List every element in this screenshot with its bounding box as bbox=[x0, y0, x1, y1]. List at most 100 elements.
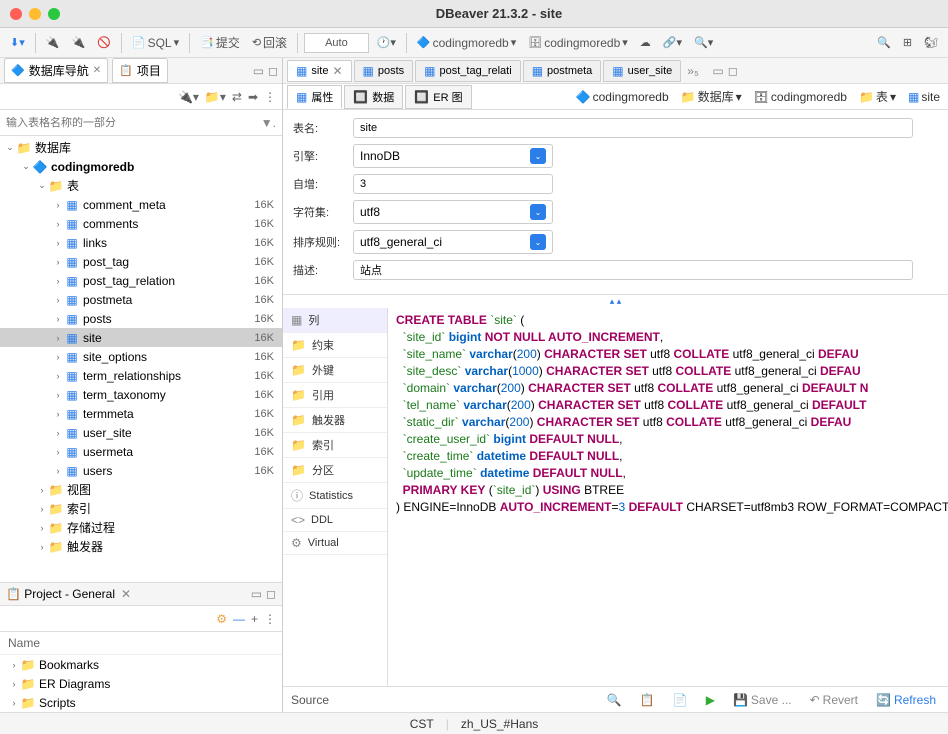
project-title[interactable]: 📋 Project - General bbox=[6, 587, 115, 601]
filter-icon[interactable]: ▼. bbox=[261, 116, 276, 130]
tree-node[interactable]: ›▦user_site16K bbox=[0, 423, 282, 442]
tree-node[interactable]: ⌄📁表 bbox=[0, 176, 282, 195]
tree-node[interactable]: ›▦site_options16K bbox=[0, 347, 282, 366]
bc-databases[interactable]: 📁数据库 ▾ bbox=[677, 86, 746, 107]
plug-connect-icon[interactable]: 🔌 bbox=[42, 34, 64, 51]
outline-item[interactable]: ⓘStatistics bbox=[283, 483, 387, 509]
minimize-icon[interactable]: ▭ bbox=[253, 64, 264, 78]
tree-node[interactable]: ›📁触发器 bbox=[0, 537, 282, 556]
tree-node[interactable]: ›▦post_tag_relation16K bbox=[0, 271, 282, 290]
tree-node[interactable]: ›📁索引 bbox=[0, 499, 282, 518]
outline-item[interactable]: 📁索引 bbox=[283, 433, 387, 458]
maximize-icon[interactable]: ◻ bbox=[268, 64, 278, 78]
sql-button[interactable]: 📄SQL ▾ bbox=[128, 34, 183, 52]
outline-item[interactable]: 📁外键 bbox=[283, 358, 387, 383]
minus-icon[interactable]: — bbox=[233, 612, 245, 626]
more-tabs[interactable]: »₅ bbox=[687, 64, 699, 78]
tree-node[interactable]: ›📁视图 bbox=[0, 480, 282, 499]
splitter-handle[interactable]: ▴ ▴ bbox=[283, 295, 948, 308]
cloud-icon[interactable]: ☁ bbox=[636, 34, 655, 51]
bc-table[interactable]: ▦site bbox=[904, 88, 944, 106]
editor-tab[interactable]: ▦postmeta bbox=[523, 60, 602, 82]
search-btn[interactable]: 🔍 bbox=[603, 691, 626, 709]
bc-tables[interactable]: 📁表 ▾ bbox=[855, 86, 900, 107]
editor-tab[interactable]: ▦site ✕ bbox=[287, 60, 352, 82]
folder-icon[interactable]: 📁▾ bbox=[205, 90, 226, 104]
tree-node[interactable]: ›▦term_relationships16K bbox=[0, 366, 282, 385]
rollback-button[interactable]: ⟲回滚 bbox=[248, 32, 291, 53]
refresh-btn[interactable]: 🔄Refresh bbox=[872, 691, 940, 709]
engine-select[interactable]: InnoDB⌄ bbox=[353, 144, 553, 168]
copy-btn[interactable]: 📋 bbox=[636, 691, 659, 709]
charset-select[interactable]: utf8⌄ bbox=[353, 200, 553, 224]
db-selector-1[interactable]: 🔷codingmoredb ▾ bbox=[413, 34, 520, 52]
connect-icon[interactable]: ⬇▾ bbox=[6, 34, 29, 51]
menu-icon[interactable]: ⋮ bbox=[264, 90, 276, 104]
max-dot[interactable] bbox=[48, 8, 60, 20]
min-dot[interactable] bbox=[29, 8, 41, 20]
sub-tab[interactable]: 🔲ER 图 bbox=[405, 85, 471, 109]
plus-icon[interactable]: + bbox=[251, 612, 258, 626]
er-diagrams-item[interactable]: ›📁ER Diagrams bbox=[0, 674, 282, 693]
history-icon[interactable]: 🕐▾ bbox=[373, 34, 400, 51]
perspective-icon[interactable]: ⊞ bbox=[899, 34, 916, 51]
plug-disconnect-icon[interactable]: 🔌 bbox=[67, 34, 89, 51]
tree-node[interactable]: ›▦postmeta16K bbox=[0, 290, 282, 309]
outline-item[interactable]: 📁约束 bbox=[283, 333, 387, 358]
revert-btn[interactable]: ↶Revert bbox=[806, 691, 862, 709]
gear-icon[interactable]: ⚙ bbox=[216, 612, 227, 626]
sub-tab[interactable]: ▦属性 bbox=[287, 85, 342, 109]
outline-item[interactable]: 📁引用 bbox=[283, 383, 387, 408]
bc-db[interactable]: 🗄codingmoredb bbox=[750, 88, 851, 106]
avatar-icon[interactable]: 🐿 bbox=[920, 34, 942, 51]
commit-button[interactable]: 📑提交 bbox=[196, 32, 244, 53]
editor-tab[interactable]: ▦posts bbox=[354, 60, 414, 82]
tree-node[interactable]: ⌄📁数据库 bbox=[0, 138, 282, 157]
menu-icon[interactable]: ⋮ bbox=[264, 612, 276, 626]
search-icon[interactable]: 🔍 bbox=[873, 34, 895, 51]
run-btn[interactable]: ▶ bbox=[702, 691, 719, 709]
desc-input[interactable] bbox=[353, 260, 913, 280]
arrow-icon[interactable]: ➡ bbox=[248, 90, 258, 104]
name-input[interactable] bbox=[353, 118, 913, 138]
tree-node[interactable]: ›📁存储过程 bbox=[0, 518, 282, 537]
save-btn[interactable]: 💾Save ... bbox=[729, 691, 796, 709]
tab-project[interactable]: 📋项目 bbox=[112, 58, 168, 83]
close-dot[interactable] bbox=[10, 8, 22, 20]
tree-node[interactable]: ›▦posts16K bbox=[0, 309, 282, 328]
outline-item[interactable]: ▦列 bbox=[283, 308, 387, 333]
bookmarks-item[interactable]: ›📁Bookmarks bbox=[0, 655, 282, 674]
sql-view[interactable]: CREATE TABLE `site` ( `site_id` bigint N… bbox=[388, 308, 948, 686]
outline-item[interactable]: 📁触发器 bbox=[283, 408, 387, 433]
tree-node[interactable]: ›▦usermeta16K bbox=[0, 442, 282, 461]
search-tool-icon[interactable]: 🔍▾ bbox=[690, 34, 717, 51]
new-conn-icon[interactable]: 🔌▾ bbox=[178, 90, 199, 104]
tree-node[interactable]: ›▦links16K bbox=[0, 233, 282, 252]
tree-node[interactable]: ›▦termmeta16K bbox=[0, 404, 282, 423]
tree-node[interactable]: ›▦site16K bbox=[0, 328, 282, 347]
filter-input[interactable] bbox=[6, 117, 261, 129]
tab-db-nav[interactable]: 🔷数据库导航✕ bbox=[4, 58, 108, 83]
editor-tab[interactable]: ▦post_tag_relati bbox=[415, 60, 521, 82]
tree-node[interactable]: ›▦comment_meta16K bbox=[0, 195, 282, 214]
tree-node[interactable]: ›▦comments16K bbox=[0, 214, 282, 233]
bc-conn[interactable]: 🔷codingmoredb bbox=[572, 88, 673, 106]
tree-node[interactable]: ›▦users16K bbox=[0, 461, 282, 480]
collate-select[interactable]: utf8_general_ci⌄ bbox=[353, 230, 553, 254]
paste-btn[interactable]: 📄 bbox=[669, 691, 692, 709]
stop-icon[interactable]: 🚫 bbox=[93, 34, 115, 51]
sub-tab[interactable]: 🔲数据 bbox=[344, 85, 403, 109]
editor-tab[interactable]: ▦user_site bbox=[603, 60, 681, 82]
db-selector-2[interactable]: 🗄codingmoredb ▾ bbox=[524, 34, 632, 52]
outline-item[interactable]: <>DDL bbox=[283, 509, 387, 532]
auto-combo[interactable]: Auto bbox=[304, 33, 369, 53]
auto-input[interactable] bbox=[353, 174, 553, 194]
equals-icon[interactable]: ⇄ bbox=[232, 90, 242, 104]
outline-item[interactable]: ⚙Virtual bbox=[283, 532, 387, 555]
scripts-item[interactable]: ›📁Scripts bbox=[0, 693, 282, 712]
outline-item[interactable]: 📁分区 bbox=[283, 458, 387, 483]
link-icon[interactable]: 🔗▾ bbox=[659, 34, 686, 51]
tree-node[interactable]: ⌄🔷codingmoredb bbox=[0, 157, 282, 176]
tree-node[interactable]: ›▦term_taxonomy16K bbox=[0, 385, 282, 404]
close-icon[interactable]: ✕ bbox=[121, 587, 131, 601]
